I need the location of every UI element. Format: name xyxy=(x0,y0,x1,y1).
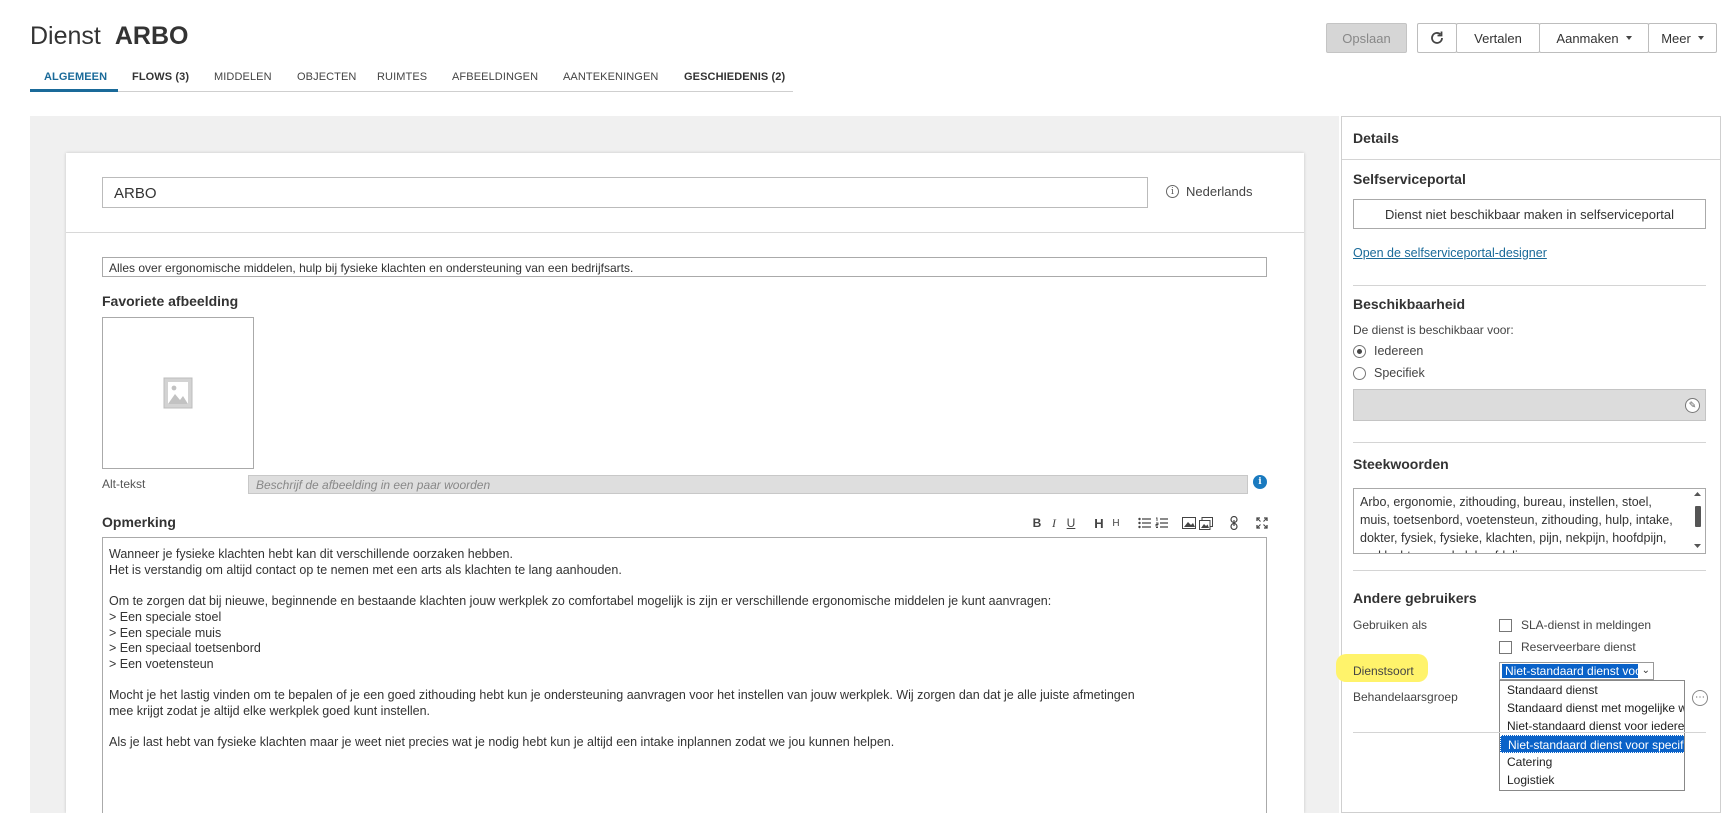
favorite-image-label: Favoriete afbeelding xyxy=(102,293,239,309)
selfservice-portal-title: Selfserviceportal xyxy=(1353,171,1466,187)
availability-text: De dienst is beschikbaar voor: xyxy=(1353,323,1514,337)
bold-icon[interactable]: B xyxy=(1030,516,1044,530)
remark-paragraph: Mocht je het lastig vinden om te bepalen… xyxy=(109,688,1135,718)
section-divider xyxy=(1353,732,1706,733)
bullet-list-icon[interactable] xyxy=(1137,517,1151,529)
keywords-title: Steekwoorden xyxy=(1353,456,1449,472)
details-title: Details xyxy=(1353,130,1399,146)
alt-text-input[interactable]: Beschrijf de afbeelding in een paar woor… xyxy=(248,475,1248,494)
underline-icon[interactable]: U xyxy=(1064,516,1078,530)
radio-specific[interactable] xyxy=(1353,367,1366,380)
tab-afbeeldingen[interactable]: AFBEELDINGEN xyxy=(452,71,538,83)
section-divider xyxy=(1353,570,1706,571)
service-type-label: Dienstsoort xyxy=(1353,664,1414,678)
page-title: Dienst ARBO xyxy=(30,22,188,51)
more-options-icon[interactable]: ⋯ xyxy=(1692,690,1708,706)
remark-label: Opmerking xyxy=(102,514,176,530)
heading-small-icon[interactable]: H xyxy=(1109,518,1123,529)
more-dropdown-button[interactable]: Meer xyxy=(1648,23,1717,53)
alt-text-label: Alt-tekst xyxy=(102,477,146,491)
image-placeholder-icon xyxy=(163,377,193,409)
reservable-checkbox-label: Reserveerbare dienst xyxy=(1521,640,1636,654)
reservable-checkbox[interactable] xyxy=(1499,641,1512,654)
active-tab-indicator xyxy=(30,89,118,92)
page-title-prefix: Dienst xyxy=(30,22,101,50)
editor-toolbar: B I U H H xyxy=(1030,514,1272,532)
tab-flows[interactable]: FLOWS (3) xyxy=(132,71,189,83)
service-type-select[interactable]: Niet-standaard dienst voor specifieke ge… xyxy=(1499,662,1654,680)
card-divider xyxy=(66,232,1304,233)
details-header: Details xyxy=(1342,117,1720,160)
availability-title: Beschikbaarheid xyxy=(1353,296,1466,312)
dropdown-option-selected[interactable]: Niet-standaard dienst voor specifieke ge… xyxy=(1500,735,1684,753)
dropdown-option[interactable]: Standaard dienst xyxy=(1500,681,1684,699)
refresh-icon xyxy=(1431,31,1443,44)
link-icon[interactable] xyxy=(1227,516,1241,530)
section-divider xyxy=(1353,442,1706,443)
tab-algemeen[interactable]: ALGEMEEN xyxy=(44,71,107,83)
service-type-selected-value: Niet-standaard dienst voor specifieke ge… xyxy=(1502,664,1638,678)
tab-geschiedenis[interactable]: GESCHIEDENIS (2) xyxy=(684,71,785,83)
use-as-label: Gebruiken als xyxy=(1353,618,1428,632)
save-button-label: Opslaan xyxy=(1342,30,1391,46)
tab-middelen[interactable]: MIDDELEN xyxy=(214,71,272,83)
chevron-down-icon: ⌄ xyxy=(1641,665,1650,676)
create-dropdown-button[interactable]: Aanmaken xyxy=(1539,23,1649,53)
keywords-scrollbar[interactable] xyxy=(1690,489,1705,553)
tab-ruimtes[interactable]: RUIMTES xyxy=(377,71,427,83)
translate-button[interactable]: Vertalen xyxy=(1456,23,1540,53)
remark-editor[interactable]: Wanneer je fysieke klachten hebt kan dit… xyxy=(102,537,1267,813)
dropdown-option[interactable]: Logistiek xyxy=(1500,771,1684,789)
caret-down-icon xyxy=(1697,36,1704,40)
handler-group-label: Behandelaarsgroep xyxy=(1353,690,1458,704)
other-users-title: Andere gebruikers xyxy=(1353,590,1477,606)
specific-users-field[interactable]: ✎ xyxy=(1353,389,1706,421)
tab-bar: ALGEMEEN FLOWS (3) MIDDELEN OBJECTEN RUI… xyxy=(30,68,793,92)
fullscreen-icon[interactable] xyxy=(1255,517,1269,529)
create-button-label: Aanmaken xyxy=(1556,30,1619,46)
tab-objecten[interactable]: OBJECTEN xyxy=(297,71,356,83)
remark-paragraph: Als je last hebt van fysieke klachten ma… xyxy=(109,735,895,750)
radio-everyone-label: Iedereen xyxy=(1374,344,1424,358)
remark-paragraph: Wanneer je fysieke klachten hebt kan dit… xyxy=(109,547,622,577)
portal-unavailable-button[interactable]: Dienst niet beschikbaar maken in selfser… xyxy=(1353,199,1706,229)
dropdown-option[interactable]: Catering xyxy=(1500,753,1684,771)
favorite-image-picker[interactable] xyxy=(102,317,254,469)
refresh-button[interactable] xyxy=(1417,23,1457,53)
info-icon[interactable]: i xyxy=(1253,475,1267,489)
insert-media-icon[interactable] xyxy=(1199,516,1213,530)
caret-down-icon xyxy=(1625,36,1632,40)
page-title-name: ARBO xyxy=(114,22,189,50)
radio-specific-label: Specifiek xyxy=(1374,366,1425,380)
language-label: Nederlands xyxy=(1186,184,1253,199)
info-icon: i xyxy=(1166,185,1179,198)
language-selector[interactable]: i Nederlands xyxy=(1166,184,1253,199)
radio-everyone[interactable] xyxy=(1353,345,1366,358)
dropdown-option[interactable]: Standaard dienst met mogelijke wijziging… xyxy=(1500,699,1684,717)
translate-button-label: Vertalen xyxy=(1474,30,1522,46)
remark-paragraph: Om te zorgen dat bij nieuwe, beginnende … xyxy=(109,594,1052,671)
description-input[interactable]: Alles over ergonomische middelen, hulp b… xyxy=(102,257,1267,277)
service-name-input[interactable]: ARBO xyxy=(102,177,1148,208)
service-type-dropdown: Standaard dienst Standaard dienst met mo… xyxy=(1499,680,1685,791)
section-divider xyxy=(1353,285,1706,286)
sla-checkbox[interactable] xyxy=(1499,619,1512,632)
tab-aantekeningen[interactable]: AANTEKENINGEN xyxy=(563,71,658,83)
edit-icon[interactable]: ✎ xyxy=(1685,398,1700,413)
portal-designer-link[interactable]: Open de selfserviceportal-designer xyxy=(1353,246,1547,260)
numbered-list-icon[interactable] xyxy=(1154,517,1168,529)
more-button-label: Meer xyxy=(1661,30,1691,46)
keywords-textarea[interactable]: Arbo, ergonomie, zithouding, bureau, ins… xyxy=(1353,488,1706,554)
insert-image-icon[interactable] xyxy=(1182,517,1196,529)
heading-large-icon[interactable]: H xyxy=(1092,516,1106,531)
sla-checkbox-label: SLA-dienst in meldingen xyxy=(1521,618,1652,632)
italic-icon[interactable]: I xyxy=(1047,516,1061,531)
save-button[interactable]: Opslaan xyxy=(1326,23,1407,53)
